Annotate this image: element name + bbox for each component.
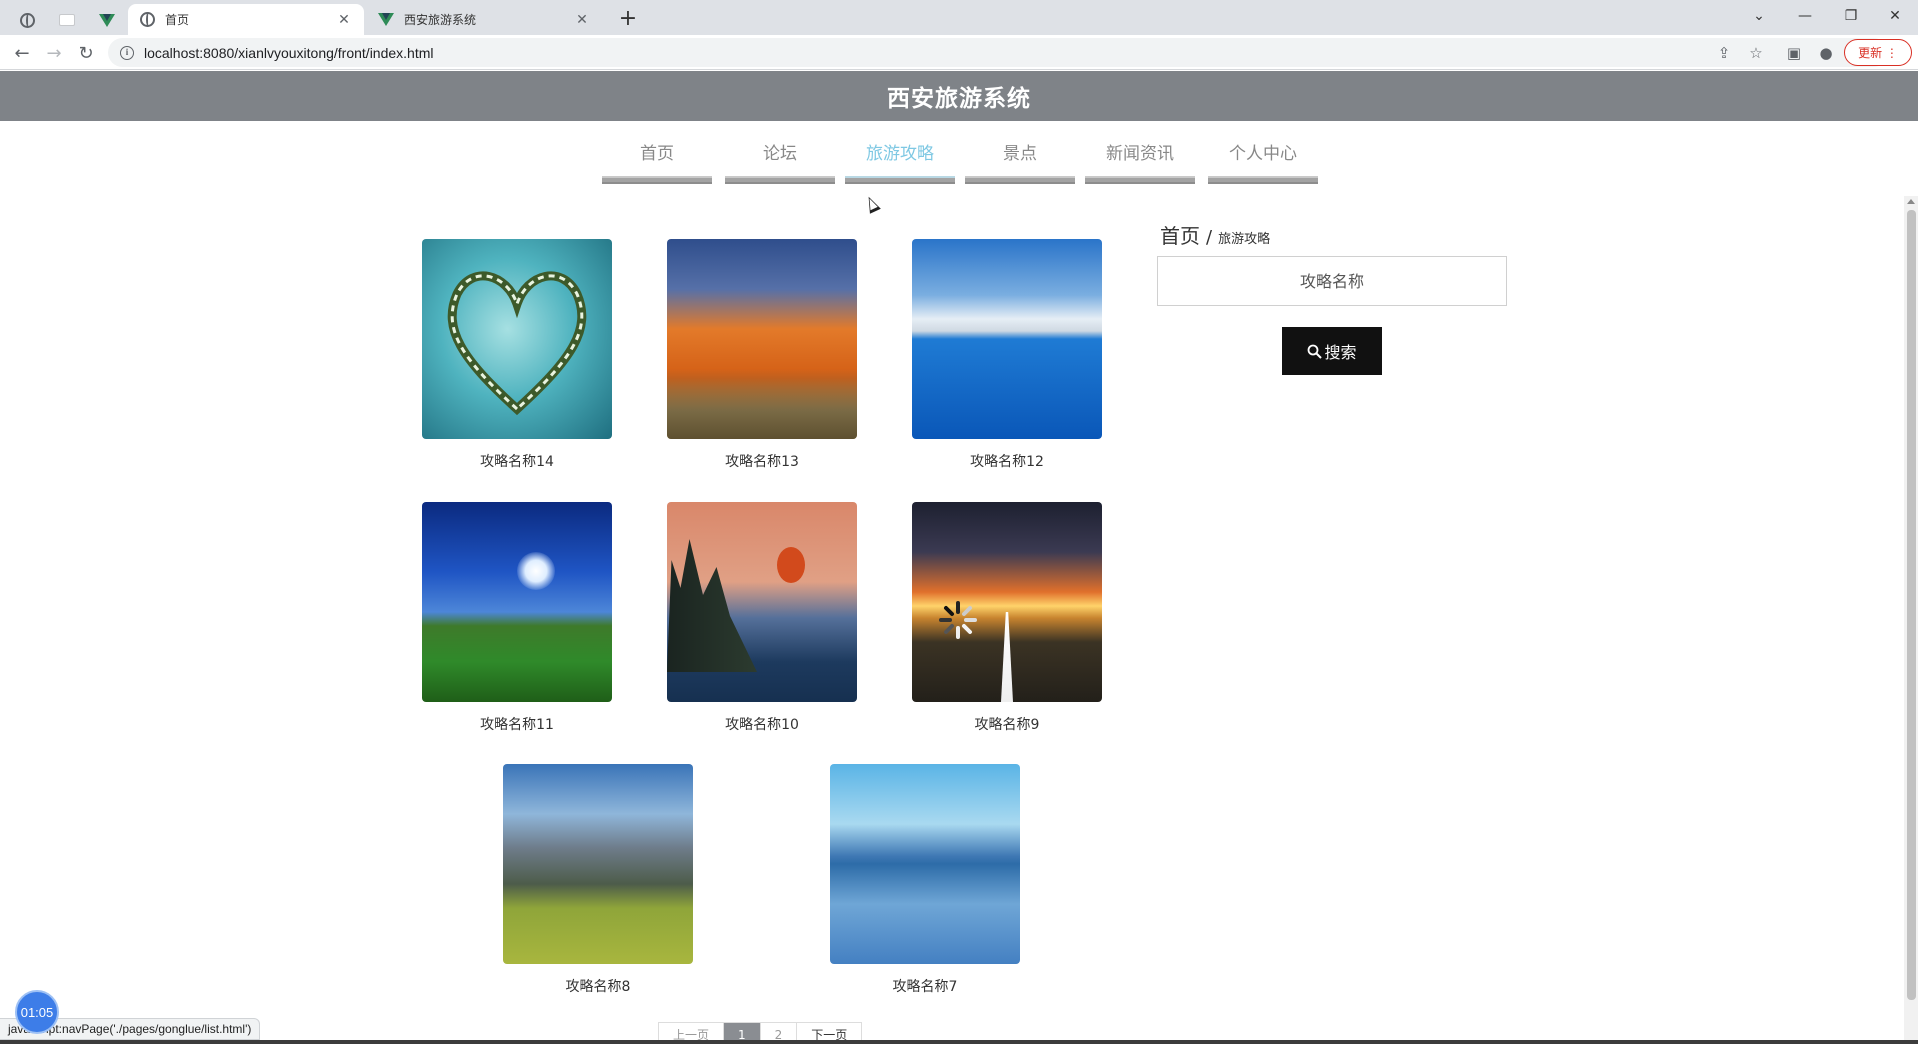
bookmark-star-icon[interactable]: ☆ xyxy=(1746,43,1766,63)
card-title[interactable]: 攻略名称8 xyxy=(503,976,693,996)
update-label: 更新 xyxy=(1858,46,1883,60)
site-title: 西安旅游系统 xyxy=(887,86,1031,112)
breadcrumb-current: 旅游攻略 xyxy=(1218,232,1271,247)
nav-item-news[interactable]: 新闻资讯 xyxy=(1085,138,1195,184)
pinned-tab-blank[interactable] xyxy=(50,5,84,35)
card-title[interactable]: 攻略名称12 xyxy=(912,451,1102,471)
moonlit-field-image[interactable] xyxy=(422,502,612,702)
nav-item-travel-guide[interactable]: 旅游攻略 xyxy=(845,138,955,184)
nav-item-home[interactable]: 首页 xyxy=(602,138,712,184)
tab-home[interactable]: 首页 ✕ xyxy=(128,4,364,35)
recording-timer-badge[interactable]: 01:05 xyxy=(15,990,59,1034)
nav-label: 论坛 xyxy=(763,144,797,164)
pinned-tab-vue[interactable] xyxy=(90,5,124,35)
guide-card[interactable]: 攻略名称11 xyxy=(422,502,612,734)
guide-card[interactable]: 攻略名称14 xyxy=(422,239,612,471)
orange-mountain-image[interactable] xyxy=(667,239,857,439)
vertical-scrollbar[interactable] xyxy=(1904,196,1918,1044)
nav-label: 首页 xyxy=(640,144,674,164)
guide-card[interactable]: 攻略名称8 xyxy=(503,764,693,996)
nav-item-forum[interactable]: 论坛 xyxy=(725,138,835,184)
back-button[interactable]: ← xyxy=(8,39,36,67)
card-title[interactable]: 攻略名称11 xyxy=(422,714,612,734)
minimize-button[interactable]: — xyxy=(1782,0,1828,32)
address-bar[interactable]: i localhost:8080/xianlvyouxitong/front/i… xyxy=(108,38,1888,67)
calm-lake-boat-image[interactable] xyxy=(830,764,1020,964)
search-button-label: 搜索 xyxy=(1324,343,1357,362)
moon-lakeshore-image[interactable] xyxy=(667,502,857,702)
browser-toolbar: ← → ↻ i localhost:8080/xianlvyouxitong/f… xyxy=(0,35,1918,70)
guide-card[interactable]: 攻略名称7 xyxy=(830,764,1020,996)
globe-icon xyxy=(19,12,35,28)
scroll-up-arrow-icon[interactable] xyxy=(1907,199,1915,204)
scrollbar-thumb[interactable] xyxy=(1907,210,1916,1000)
guide-name-search-input[interactable] xyxy=(1157,256,1507,306)
globe-icon xyxy=(140,12,155,27)
nav-label: 旅游攻略 xyxy=(866,144,934,164)
nav-label: 景点 xyxy=(1003,144,1037,164)
close-window-button[interactable]: ✕ xyxy=(1872,0,1918,32)
info-icon[interactable]: i xyxy=(120,45,134,60)
nav-label: 新闻资讯 xyxy=(1106,144,1174,164)
restore-button[interactable]: ❐ xyxy=(1828,0,1874,32)
blank-page-icon xyxy=(59,14,75,26)
card-title[interactable]: 攻略名称14 xyxy=(422,451,612,471)
heart-island-image[interactable] xyxy=(422,239,612,439)
hay-mountain-image[interactable] xyxy=(503,764,693,964)
profile-avatar-icon[interactable]: ● xyxy=(1816,43,1836,63)
update-button[interactable]: 更新 ⋮ xyxy=(1844,39,1912,66)
browser-tab-strip: 首页 ✕ 西安旅游系统 ✕ + ⌄ — ❐ ✕ xyxy=(0,0,1918,35)
nav-label: 个人中心 xyxy=(1229,144,1297,164)
pinned-tab-globe[interactable] xyxy=(10,5,44,35)
new-tab-button[interactable]: + xyxy=(614,6,642,34)
window-bottom-edge xyxy=(0,1040,1918,1044)
forward-button[interactable]: → xyxy=(40,39,68,67)
url-text: localhost:8080/xianlvyouxitong/front/ind… xyxy=(144,44,434,61)
blue-lake-image[interactable] xyxy=(912,239,1102,439)
close-tab-icon[interactable]: ✕ xyxy=(336,12,352,28)
share-icon[interactable]: ⇪ xyxy=(1714,43,1734,63)
site-header: 西安旅游系统 xyxy=(0,71,1918,121)
close-tab-icon[interactable]: ✕ xyxy=(574,12,590,28)
tab-search-icon[interactable]: ⌄ xyxy=(1736,0,1782,32)
card-title[interactable]: 攻略名称13 xyxy=(667,451,857,471)
nav-item-attractions[interactable]: 景点 xyxy=(965,138,1075,184)
main-nav: 首页 论坛 旅游攻略 景点 新闻资讯 个人中心 xyxy=(0,138,1918,188)
tab-site[interactable]: 西安旅游系统 ✕ xyxy=(366,4,602,35)
card-title[interactable]: 攻略名称10 xyxy=(667,714,857,734)
search-button[interactable]: 搜索 xyxy=(1282,327,1382,375)
breadcrumb-separator: / xyxy=(1206,227,1213,248)
guide-card[interactable]: 攻略名称13 xyxy=(667,239,857,471)
loading-spinner-icon xyxy=(939,601,977,639)
card-title[interactable]: 攻略名称7 xyxy=(830,976,1020,996)
breadcrumb-home[interactable]: 首页 xyxy=(1160,220,1200,249)
breadcrumb: 首页 / 旅游攻略 xyxy=(1160,220,1270,249)
tab-title: 首页 xyxy=(165,13,190,27)
mouse-cursor xyxy=(863,194,881,214)
guide-card[interactable]: 攻略名称10 xyxy=(667,502,857,734)
search-icon xyxy=(1307,344,1323,359)
card-title[interactable]: 攻略名称9 xyxy=(912,714,1102,734)
vue-logo-icon xyxy=(99,13,115,27)
vue-logo-icon xyxy=(378,13,394,26)
guide-card[interactable]: 攻略名称12 xyxy=(912,239,1102,471)
side-panel-icon[interactable]: ▣ xyxy=(1784,43,1804,63)
tab-title: 西安旅游系统 xyxy=(404,13,477,27)
nav-item-profile[interactable]: 个人中心 xyxy=(1208,138,1318,184)
reload-button[interactable]: ↻ xyxy=(72,39,100,67)
